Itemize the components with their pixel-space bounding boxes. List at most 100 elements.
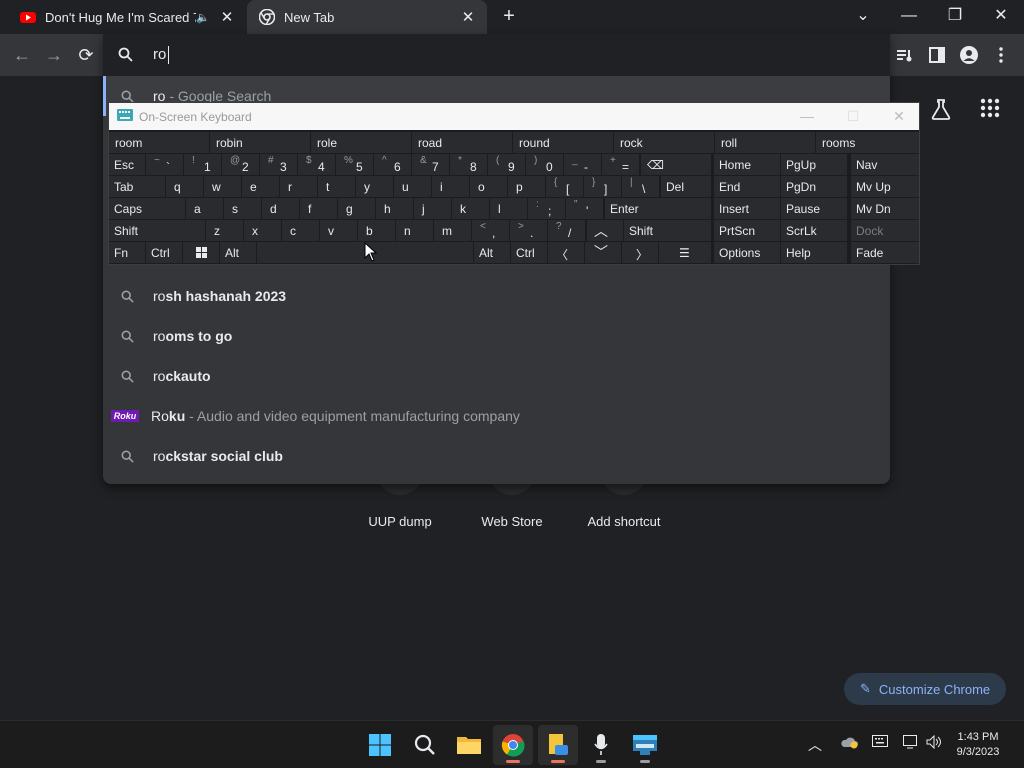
- prediction-key[interactable]: roll: [715, 132, 815, 153]
- minimize-icon[interactable]: —: [896, 4, 922, 28]
- key-options[interactable]: Options: [714, 242, 780, 263]
- key-letter[interactable]: r: [280, 176, 317, 197]
- labs-icon[interactable]: [930, 98, 952, 125]
- key-letter[interactable]: t: [318, 176, 355, 197]
- key-row1[interactable]: ! 1: [184, 154, 221, 175]
- prediction-key[interactable]: role: [311, 132, 411, 153]
- suggestion-item[interactable]: rosh hashanah 2023: [103, 276, 890, 316]
- key-caps[interactable]: Caps: [109, 198, 185, 219]
- key-arrow-right[interactable]: 〉: [622, 242, 658, 263]
- key-pgup[interactable]: PgUp: [781, 154, 847, 175]
- key-insert[interactable]: Insert: [714, 198, 780, 219]
- tab-search-icon[interactable]: ⌄: [850, 4, 876, 28]
- onedrive-icon[interactable]: [840, 735, 858, 752]
- key-letter[interactable]: c: [282, 220, 319, 241]
- key-fade[interactable]: Fade: [851, 242, 919, 263]
- key-esc[interactable]: Esc: [109, 154, 145, 175]
- notes-taskbar-button[interactable]: [538, 725, 578, 765]
- key-symbol[interactable]: {[: [546, 176, 583, 197]
- key-row1[interactable]: * 8: [450, 154, 487, 175]
- key-dock[interactable]: Dock: [851, 220, 919, 241]
- key-symbol[interactable]: >.: [510, 220, 547, 241]
- key-shift-left[interactable]: Shift: [109, 220, 205, 241]
- key-del[interactable]: Del: [661, 176, 711, 197]
- key-pgdn[interactable]: PgDn: [781, 176, 847, 197]
- key-prtscn[interactable]: PrtScn: [714, 220, 780, 241]
- shortcut-label-webstore[interactable]: Web Store: [452, 514, 572, 529]
- key-letter[interactable]: a: [186, 198, 223, 219]
- key-letter[interactable]: n: [396, 220, 433, 241]
- key-letter[interactable]: d: [262, 198, 299, 219]
- key-alt-left[interactable]: Alt: [220, 242, 256, 263]
- key-scrlk[interactable]: ScrLk: [781, 220, 847, 241]
- key-symbol[interactable]: " ': [566, 198, 603, 219]
- key-pause[interactable]: Pause: [781, 198, 847, 219]
- key-ctrl-right[interactable]: Ctrl: [511, 242, 547, 263]
- maximize-icon[interactable]: ☐: [835, 105, 871, 127]
- forward-icon[interactable]: →: [42, 43, 66, 67]
- suggestion-item[interactable]: Roku Roku - Audio and video equipment ma…: [103, 396, 890, 436]
- key-letter[interactable]: e: [242, 176, 279, 197]
- key-menu[interactable]: ☰: [659, 242, 711, 263]
- suggestion-item[interactable]: rockstar social club: [103, 436, 890, 476]
- prediction-key[interactable]: round: [513, 132, 613, 153]
- key-row1[interactable]: ) 0: [526, 154, 563, 175]
- key-symbol[interactable]: }]: [584, 176, 621, 197]
- key-enter[interactable]: Enter: [605, 198, 711, 219]
- new-tab-button[interactable]: +: [499, 5, 519, 27]
- key-symbol[interactable]: :;: [528, 198, 565, 219]
- prediction-key[interactable]: road: [412, 132, 512, 153]
- key-nav[interactable]: Nav: [851, 154, 919, 175]
- key-letter[interactable]: k: [452, 198, 489, 219]
- profile-icon[interactable]: [958, 44, 980, 66]
- minimize-icon[interactable]: —: [789, 105, 825, 127]
- shortcut-label-add[interactable]: Add shortcut: [564, 514, 684, 529]
- key-row1[interactable]: ^ 6: [374, 154, 411, 175]
- suggestion-item[interactable]: rockauto: [103, 356, 890, 396]
- key-symbol[interactable]: <,: [472, 220, 509, 241]
- apps-grid-icon[interactable]: [980, 98, 1000, 123]
- side-panel-icon[interactable]: [926, 44, 948, 66]
- show-hidden-icons[interactable]: ︿: [808, 735, 822, 755]
- start-button[interactable]: [360, 725, 400, 765]
- key-letter[interactable]: f: [300, 198, 337, 219]
- osk-taskbar-button[interactable]: [625, 725, 665, 765]
- suggestion-item[interactable]: rooms to go: [103, 316, 890, 356]
- microphone-taskbar-button[interactable]: [581, 725, 621, 765]
- shortcut-label-uup[interactable]: UUP dump: [340, 514, 460, 529]
- key-arrow-left[interactable]: 〈: [548, 242, 584, 263]
- reading-list-icon[interactable]: [894, 44, 916, 66]
- menu-icon[interactable]: [990, 44, 1012, 66]
- key-letter[interactable]: w: [204, 176, 241, 197]
- tab-new-tab[interactable]: New Tab ✕: [247, 0, 487, 34]
- key-letter[interactable]: b: [358, 220, 395, 241]
- key-home[interactable]: Home: [714, 154, 780, 175]
- file-explorer-button[interactable]: [449, 725, 489, 765]
- reload-icon[interactable]: ⟳: [74, 43, 98, 67]
- key-row1[interactable]: @2: [222, 154, 259, 175]
- prediction-key[interactable]: rooms: [816, 132, 919, 153]
- key-symbol[interactable]: | \: [622, 176, 659, 197]
- key-letter[interactable]: z: [206, 220, 243, 241]
- key-arrow-up[interactable]: ︿: [587, 220, 623, 241]
- prediction-key[interactable]: room: [109, 132, 209, 153]
- key-row1[interactable]: $4: [298, 154, 335, 175]
- close-window-icon[interactable]: ✕: [988, 4, 1014, 28]
- tab-youtube[interactable]: Don't Hug Me I'm Scared 7 - 🔈 ✕: [8, 0, 246, 34]
- omnibox-input[interactable]: ro: [153, 46, 166, 63]
- key-letter[interactable]: m: [434, 220, 471, 241]
- key-row1[interactable]: ~ `: [146, 154, 183, 175]
- key-letter[interactable]: y: [356, 176, 393, 197]
- key-row1[interactable]: #3: [260, 154, 297, 175]
- prediction-key[interactable]: robin: [210, 132, 310, 153]
- restore-icon[interactable]: ❐: [942, 4, 968, 28]
- close-tab-icon[interactable]: ✕: [459, 8, 477, 26]
- key-alt-right[interactable]: Alt: [474, 242, 510, 263]
- key-row1[interactable]: + =: [602, 154, 639, 175]
- osk-titlebar[interactable]: On-Screen Keyboard — ☐ ✕: [109, 103, 919, 130]
- key-symbol[interactable]: ? /: [548, 220, 585, 241]
- key-letter[interactable]: x: [244, 220, 281, 241]
- back-icon[interactable]: ←: [10, 43, 34, 67]
- prediction-key[interactable]: rock: [614, 132, 714, 153]
- key-letter[interactable]: s: [224, 198, 261, 219]
